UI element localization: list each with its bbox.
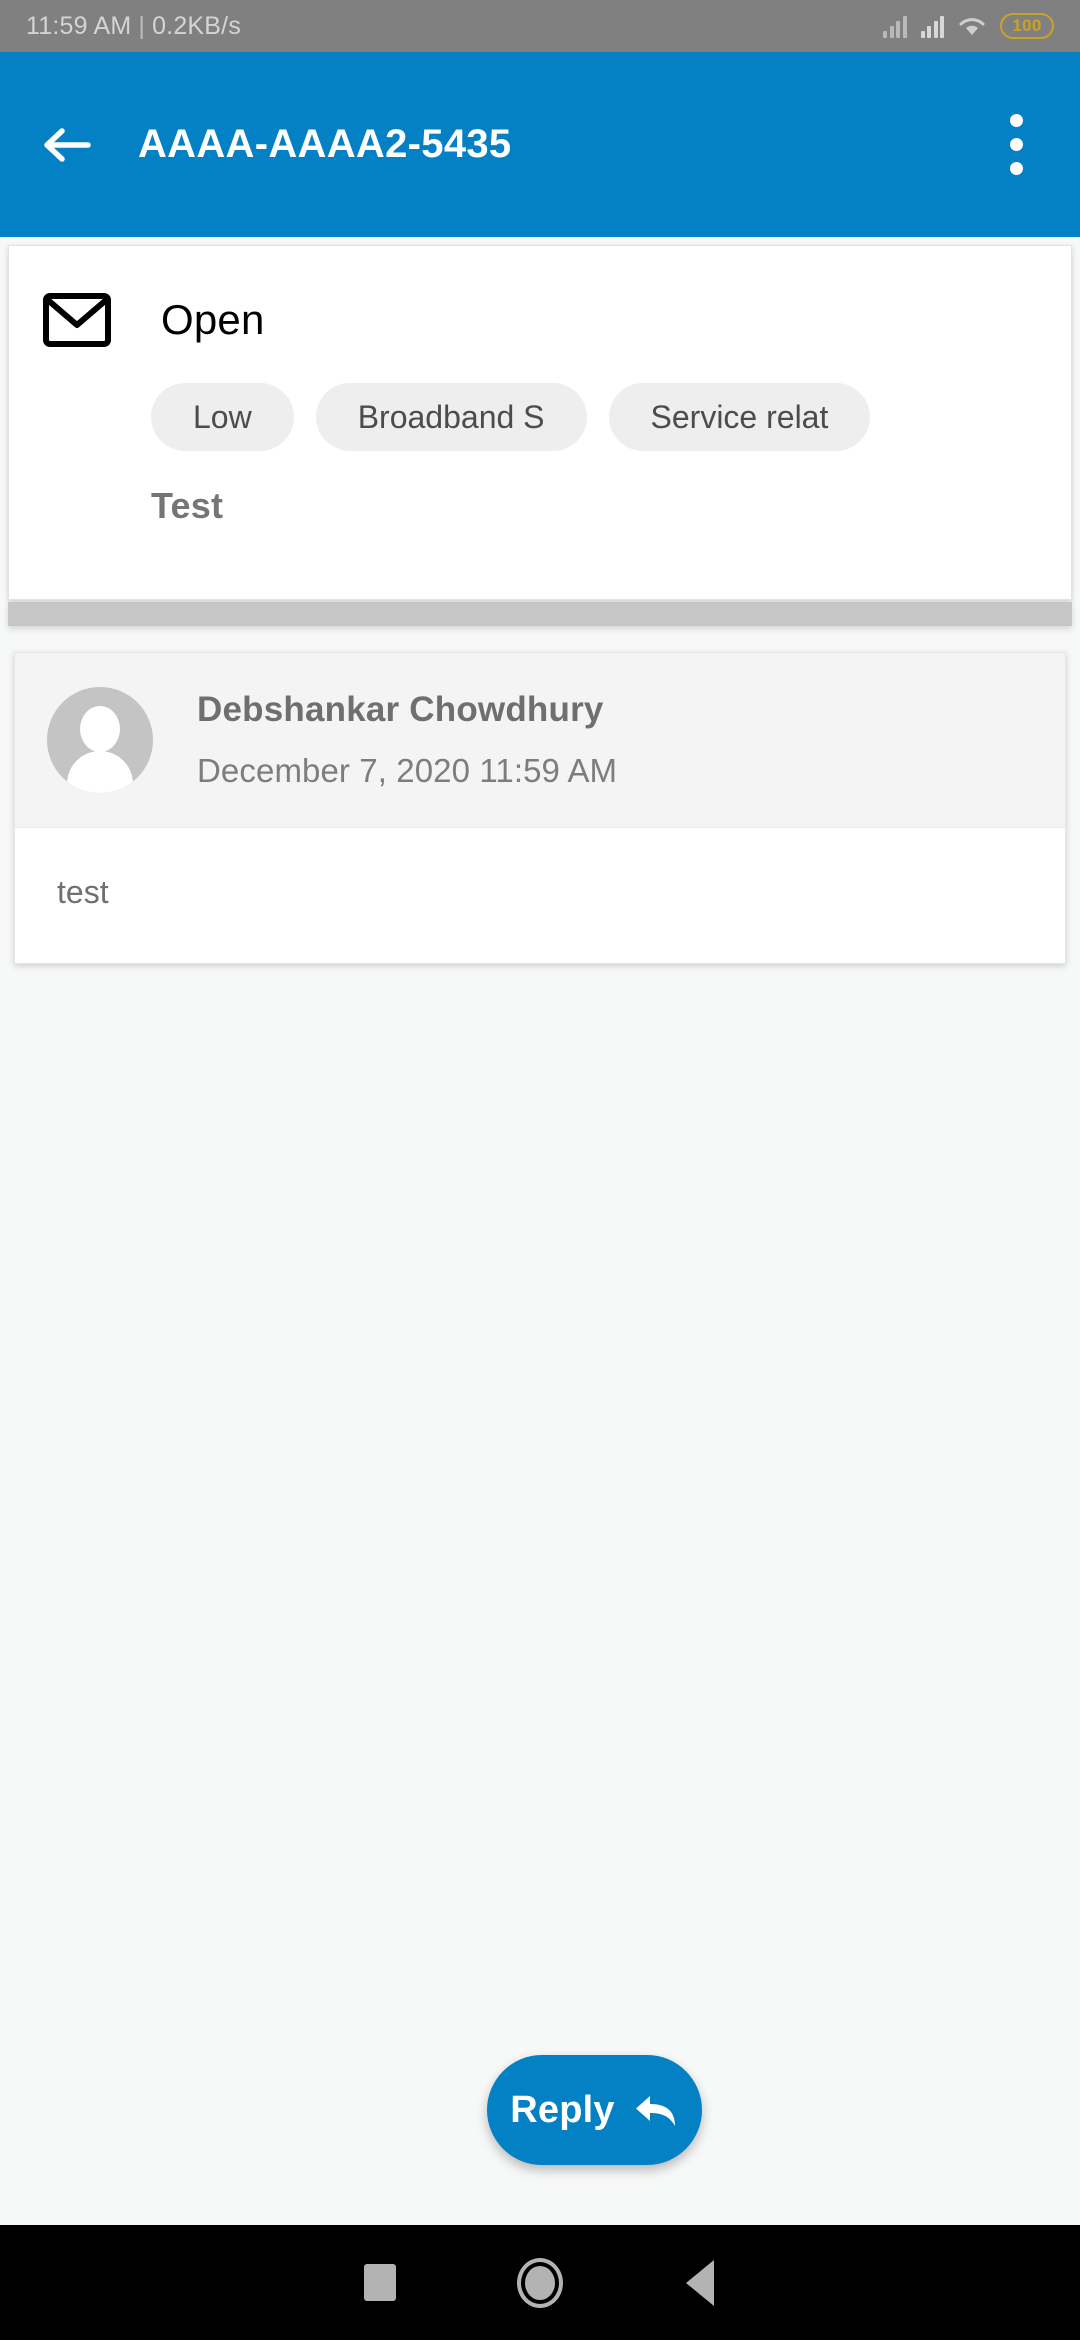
mail-envelope-icon — [43, 293, 111, 347]
app-bar: AAAA-AAAA2-5435 — [0, 52, 1080, 237]
battery-icon: 100 — [1000, 13, 1054, 39]
ticket-status-label: Open — [161, 296, 265, 343]
status-bar-time: 11:59 AM — [26, 11, 132, 40]
status-bar-right: 100 — [883, 13, 1054, 39]
signal-bars-icon-2 — [920, 14, 944, 38]
wifi-icon — [958, 15, 986, 37]
message-card: Debshankar Chowdhury December 7, 2020 11… — [14, 652, 1066, 964]
overflow-menu-icon[interactable] — [986, 105, 1046, 185]
signal-bars-icon — [883, 14, 907, 38]
status-bar-separator: | — [138, 11, 146, 40]
horizontal-scrollbar[interactable] — [8, 602, 1072, 626]
chip-category[interactable]: Service relat — [608, 383, 871, 451]
avatar-placeholder-icon — [47, 687, 153, 793]
ticket-subject: Test — [151, 485, 224, 526]
circle-home-icon[interactable] — [460, 2225, 620, 2340]
chip-department[interactable]: Broadband S — [315, 383, 587, 451]
reply-button-label: Reply — [510, 2088, 615, 2131]
page-title: AAAA-AAAA2-5435 — [138, 122, 512, 166]
reply-button[interactable]: Reply — [487, 2055, 702, 2165]
message-timestamp: December 7, 2020 11:59 AM — [197, 752, 618, 789]
status-bar: 11:59 AM | 0.2KB/s 100 — [0, 0, 1080, 52]
triangle-back-icon[interactable] — [620, 2225, 780, 2340]
chip-priority[interactable]: Low — [151, 383, 294, 451]
back-arrow-icon[interactable] — [34, 112, 100, 178]
phone-screen: 11:59 AM | 0.2KB/s 100 AAAA-AAAA2-5435 O… — [0, 0, 1080, 2340]
status-bar-network-speed: 0.2KB/s — [152, 11, 242, 40]
message-meta: Debshankar Chowdhury December 7, 2020 11… — [197, 690, 617, 790]
ticket-chips-row[interactable]: Low Broadband S Service relat — [9, 383, 1071, 451]
square-recents-icon[interactable] — [300, 2225, 460, 2340]
message-body: test — [15, 828, 1065, 963]
ticket-status-row: Open — [9, 246, 1071, 347]
message-sender: Debshankar Chowdhury — [197, 690, 604, 729]
android-navigation-bar — [0, 2225, 1080, 2340]
reply-arrow-icon — [633, 2090, 679, 2130]
message-header: Debshankar Chowdhury December 7, 2020 11… — [15, 653, 1065, 828]
ticket-summary-card: Open Low Broadband S Service relat Test — [8, 245, 1072, 600]
status-bar-left: 11:59 AM | 0.2KB/s — [26, 12, 241, 41]
